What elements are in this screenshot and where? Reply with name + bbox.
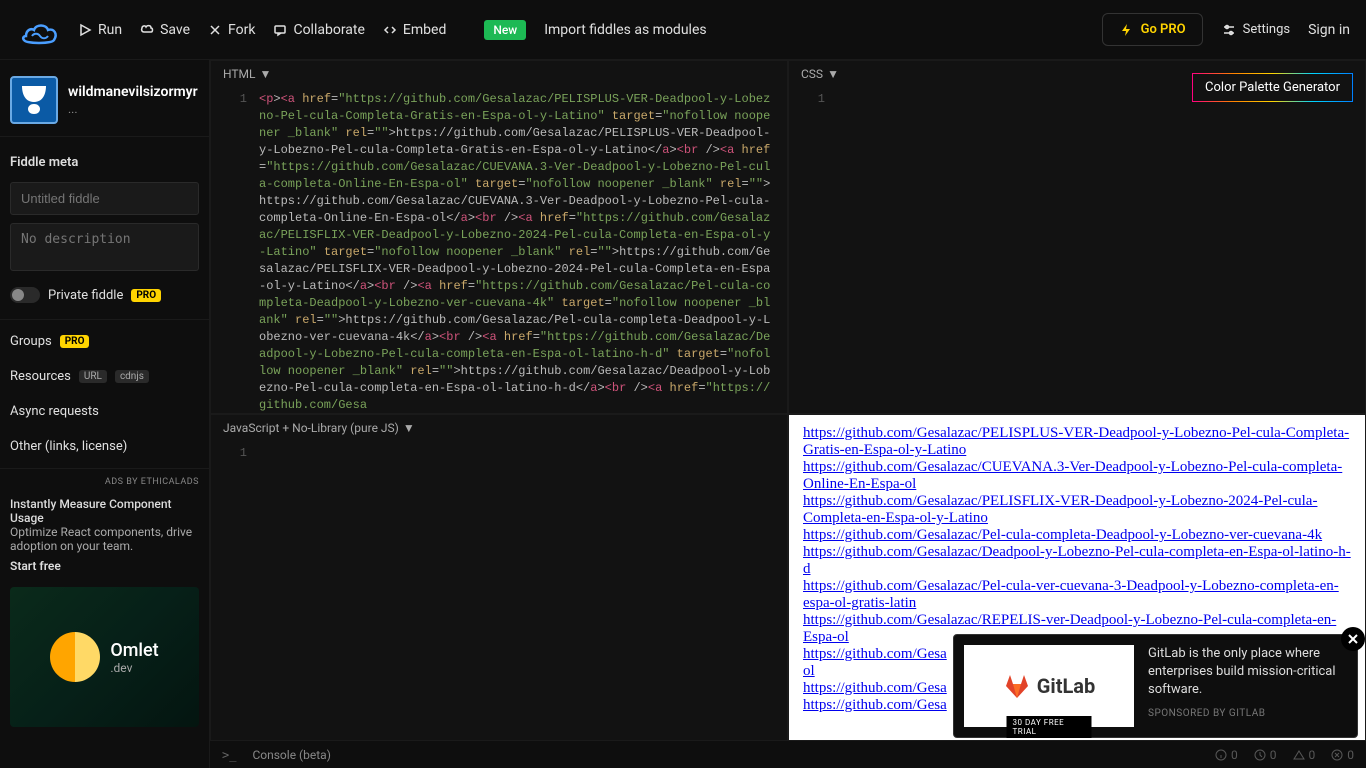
result-link[interactable]: https://github.com/Gesalazac/Pel-cula-ve…	[803, 578, 1339, 611]
private-toggle[interactable]	[10, 287, 40, 303]
sidebar-other[interactable]: Other (links, license)	[0, 429, 209, 464]
js-editor[interactable]: 1	[211, 441, 787, 767]
topbar: Run Save Fork Collaborate Embed New Impo…	[0, 0, 1366, 60]
color-palette-button[interactable]: Color Palette Generator	[1192, 73, 1353, 102]
console-label: Console (beta)	[252, 748, 330, 762]
console-bar[interactable]: >_ Console (beta) 0 0 0 0	[210, 740, 1366, 768]
ads-label: ADS BY ETHICALADS	[0, 473, 209, 491]
console-error-count: 0	[1331, 748, 1354, 762]
save-button[interactable]: Save	[140, 22, 190, 38]
result-link[interactable]: https://github.com/Gesalazac/CUEVANA.3-V…	[803, 459, 1342, 492]
import-modules-link[interactable]: Import fiddles as modules	[544, 22, 706, 38]
result-link[interactable]: https://github.com/Gesa	[803, 680, 947, 696]
private-label: Private fiddle	[48, 288, 123, 303]
ad-popup: GitLab 30 DAY FREE TRIAL GitLab is the o…	[953, 634, 1358, 738]
console-warn-count: 0	[1293, 748, 1316, 762]
play-icon	[78, 23, 92, 37]
pro-badge: PRO	[131, 289, 161, 302]
gitlab-icon	[1003, 672, 1031, 700]
fiddle-description-input[interactable]	[10, 223, 199, 271]
chevron-down-icon: ▼	[260, 67, 272, 81]
chevron-down-icon: ▼	[827, 67, 839, 81]
info-icon	[1215, 749, 1227, 761]
omlet-logo-icon	[50, 632, 100, 682]
console-info-count: 0	[1215, 748, 1238, 762]
result-link[interactable]: ol	[803, 663, 815, 679]
console-time-count: 0	[1254, 748, 1277, 762]
go-pro-button[interactable]: Go PRO	[1102, 13, 1203, 46]
css-pane: CSS ▼ Color Palette Generator 1	[788, 60, 1366, 414]
embed-button[interactable]: Embed	[383, 22, 446, 38]
username: wildmanevilsizormyr	[68, 84, 198, 100]
error-icon	[1331, 749, 1343, 761]
gitlab-ad-image[interactable]: GitLab 30 DAY FREE TRIAL	[964, 645, 1134, 727]
sidebar-async[interactable]: Async requests	[0, 394, 209, 429]
popup-sponsor: SPONSORED BY GITLAB	[1148, 708, 1347, 719]
ad-image[interactable]: Omlet .dev	[10, 587, 199, 727]
user-menu[interactable]: ...	[68, 102, 198, 116]
result-link[interactable]: https://github.com/Gesa	[803, 646, 947, 662]
fork-button[interactable]: Fork	[208, 22, 255, 38]
new-badge: New	[484, 20, 526, 40]
close-icon[interactable]	[1341, 627, 1365, 651]
signin-button[interactable]: Sign in	[1308, 22, 1350, 38]
js-pane: JavaScript + No-Library (pure JS) ▼ 1	[210, 414, 788, 768]
sidebar-groups[interactable]: Groups PRO	[0, 324, 209, 359]
ad-text[interactable]: Instantly Measure Component Usage Optimi…	[0, 491, 209, 579]
trial-badge: 30 DAY FREE TRIAL	[1007, 716, 1092, 738]
url-tag: URL	[79, 370, 107, 383]
html-pane: HTML ▼ 1 <p><a href="https://github.com/…	[210, 60, 788, 414]
result-link[interactable]: https://github.com/Gesalazac/PELISFLIX-V…	[803, 493, 1317, 526]
chevron-down-icon: ▼	[403, 421, 415, 435]
result-link[interactable]: https://github.com/Gesalazac/PELISPLUS-V…	[803, 425, 1349, 458]
settings-button[interactable]: Settings	[1221, 22, 1290, 38]
css-editor[interactable]: 1	[789, 87, 1365, 413]
result-link[interactable]: https://github.com/Gesalazac/Pel-cula-co…	[803, 527, 1322, 543]
popup-message: GitLab is the only place where enterpris…	[1148, 645, 1347, 700]
code-icon	[383, 23, 397, 37]
fiddle-title-input[interactable]	[10, 182, 199, 215]
jsfiddle-logo[interactable]	[16, 12, 60, 48]
html-pane-header[interactable]: HTML ▼	[211, 61, 787, 87]
sidebar: wildmanevilsizormyr ... Fiddle meta Priv…	[0, 60, 210, 768]
sliders-icon	[1221, 22, 1237, 38]
chat-icon	[273, 23, 287, 37]
pro-badge: PRO	[60, 335, 90, 348]
warning-icon	[1293, 749, 1305, 761]
prompt-icon: >_	[222, 748, 236, 762]
result-link[interactable]: https://github.com/Gesalazac/Deadpool-y-…	[803, 544, 1351, 577]
js-pane-header[interactable]: JavaScript + No-Library (pure JS) ▼	[211, 415, 787, 441]
html-editor[interactable]: 1 <p><a href="https://github.com/Gesalaz…	[211, 87, 787, 413]
run-button[interactable]: Run	[78, 22, 122, 38]
sidebar-resources[interactable]: Resources URL cdnjs	[0, 359, 209, 394]
collaborate-button[interactable]: Collaborate	[273, 22, 364, 38]
fiddle-meta-heading: Fiddle meta	[0, 141, 209, 178]
result-link[interactable]: https://github.com/Gesa	[803, 697, 947, 713]
lightning-icon	[1119, 23, 1133, 37]
avatar[interactable]	[10, 76, 58, 124]
cdnjs-tag: cdnjs	[115, 370, 149, 383]
cloud-icon	[140, 23, 154, 37]
fork-icon	[208, 23, 222, 37]
clock-icon	[1254, 749, 1266, 761]
